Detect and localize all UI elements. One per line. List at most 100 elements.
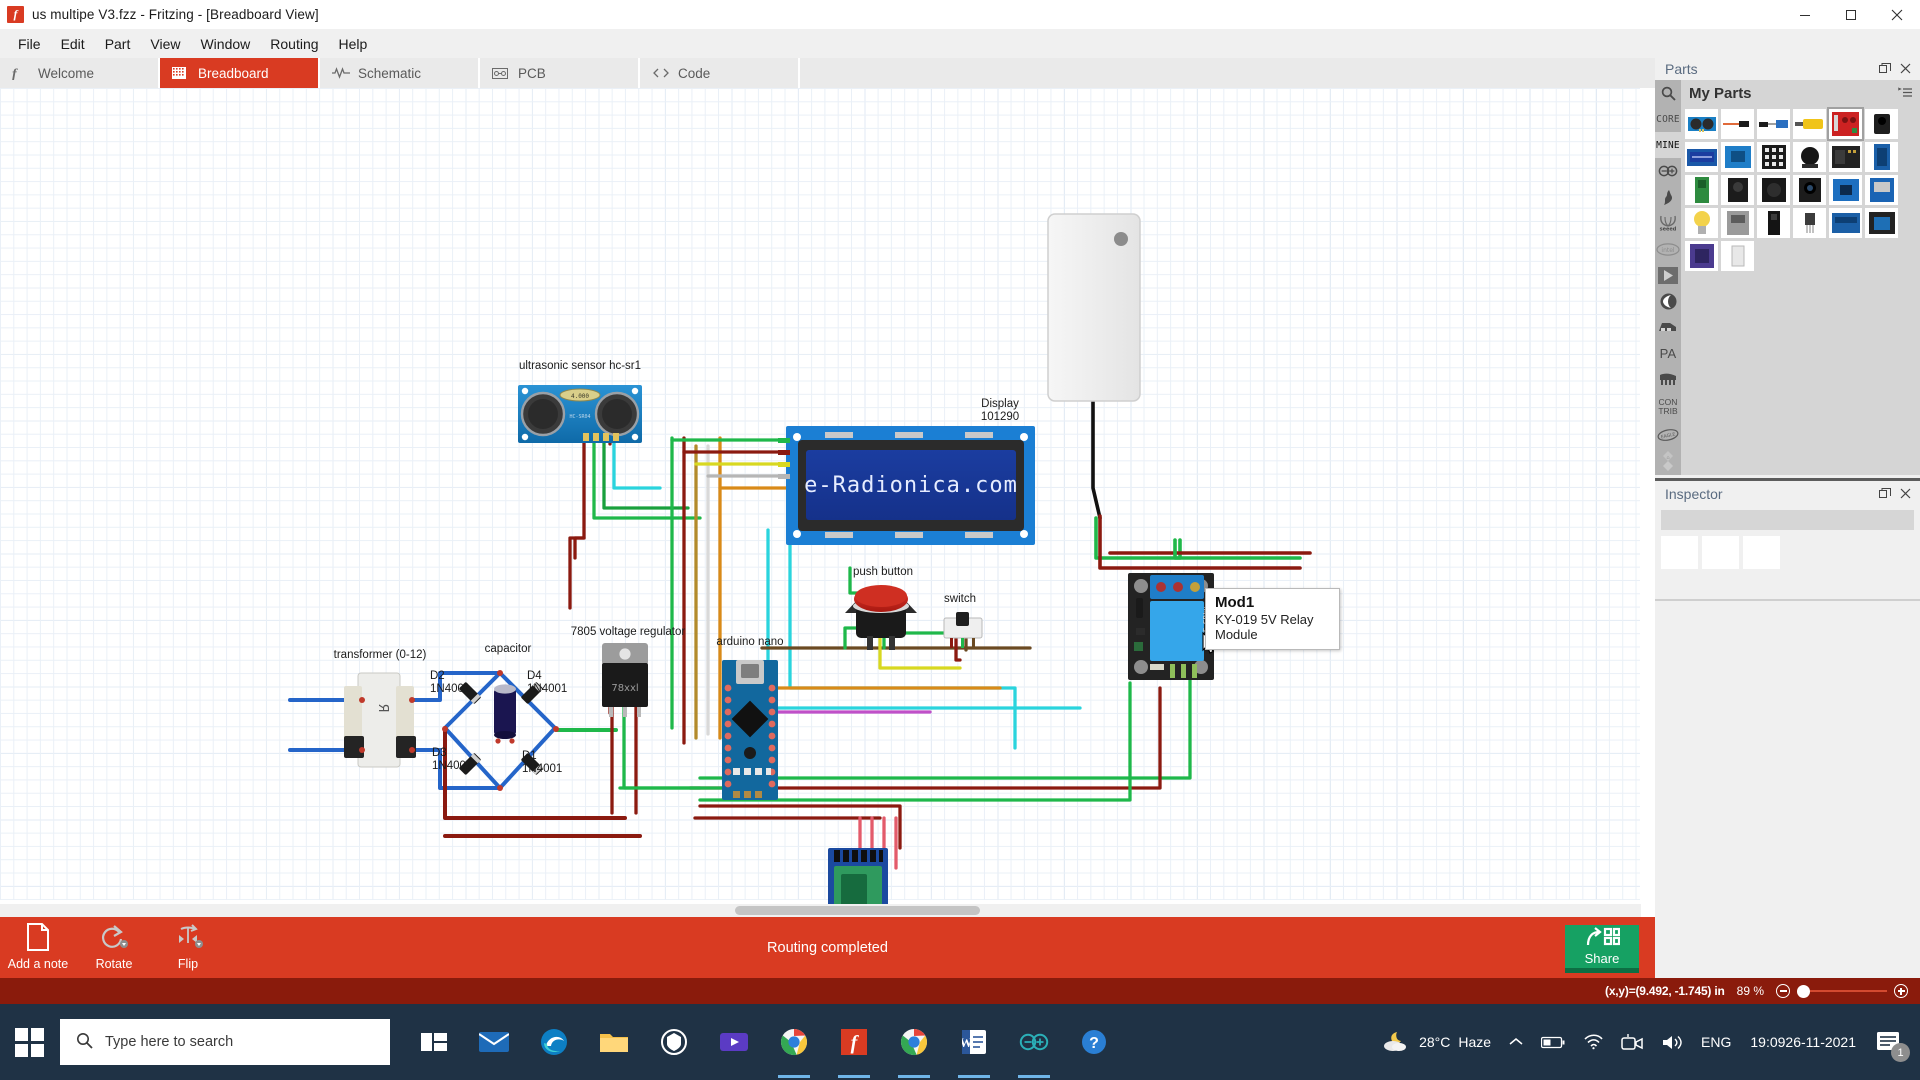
tab-welcome[interactable]: f Welcome bbox=[0, 58, 160, 88]
part-connector[interactable] bbox=[1757, 109, 1790, 139]
wifi-icon[interactable] bbox=[1574, 1004, 1612, 1080]
diamond-arrows-icon[interactable]: ⌂ bbox=[1655, 448, 1681, 474]
breadboard-canvas[interactable]: 4.000 HC-SR04 e-Radionica.com Я 78xxl ul… bbox=[0, 88, 1655, 917]
part-green-sensor[interactable] bbox=[1685, 175, 1718, 205]
word-icon[interactable]: W bbox=[944, 1004, 1004, 1080]
notification-center-icon[interactable]: 1 bbox=[1866, 1004, 1914, 1080]
add-note-button[interactable]: Add a note bbox=[0, 923, 76, 971]
restore-panel-icon[interactable] bbox=[1879, 486, 1891, 502]
video-app-icon[interactable] bbox=[704, 1004, 764, 1080]
part-grey-module[interactable] bbox=[1721, 208, 1754, 238]
zoom-slider-knob[interactable] bbox=[1797, 984, 1810, 998]
scrollbar-thumb[interactable] bbox=[735, 906, 980, 915]
piano-icon[interactable] bbox=[1655, 366, 1681, 392]
part-lightbulb[interactable] bbox=[1685, 208, 1718, 238]
part-lcd-display[interactable] bbox=[1685, 142, 1718, 172]
chrome-secondary-icon[interactable] bbox=[884, 1004, 944, 1080]
close-panel-icon[interactable] bbox=[1900, 486, 1911, 502]
part-blue-relay[interactable] bbox=[1865, 208, 1898, 238]
bin-core[interactable]: CORE bbox=[1655, 106, 1681, 132]
tab-pcb[interactable]: PCB bbox=[480, 58, 640, 88]
tab-schematic[interactable]: Schematic bbox=[320, 58, 480, 88]
close-button[interactable] bbox=[1874, 0, 1920, 29]
zoom-in-icon[interactable] bbox=[1894, 984, 1908, 998]
chevron-up-icon[interactable] bbox=[1500, 1004, 1532, 1080]
clock[interactable]: 19:09 26-11-2021 bbox=[1740, 1004, 1866, 1080]
menu-file[interactable]: File bbox=[8, 33, 51, 55]
windows-taskbar: Type here to search f W ? 28°C Haze ENG … bbox=[0, 1004, 1920, 1080]
close-panel-icon[interactable] bbox=[1900, 61, 1911, 77]
parts-bin-content: My Parts bbox=[1681, 80, 1920, 475]
cursor-coordinates: (x,y)=(9.492, -1.745) in bbox=[1605, 984, 1725, 998]
arduino-icon[interactable] bbox=[1004, 1004, 1064, 1080]
bin-pa[interactable]: PA bbox=[1655, 340, 1681, 366]
menu-help[interactable]: Help bbox=[329, 33, 378, 55]
part-black-module[interactable] bbox=[1721, 175, 1754, 205]
menu-edit[interactable]: Edit bbox=[51, 33, 95, 55]
snootlab-icon[interactable] bbox=[1655, 314, 1681, 340]
minimize-button[interactable] bbox=[1782, 0, 1828, 29]
part-dark-round[interactable] bbox=[1757, 175, 1790, 205]
part-cable-red[interactable] bbox=[1721, 109, 1754, 139]
moon-circle-icon[interactable] bbox=[1655, 288, 1681, 314]
menu-view[interactable]: View bbox=[140, 33, 190, 55]
part-knob[interactable] bbox=[1793, 142, 1826, 172]
search-input[interactable]: Type here to search bbox=[60, 1019, 390, 1065]
part-transistor[interactable] bbox=[1793, 208, 1826, 238]
part-dark-board[interactable] bbox=[1829, 142, 1862, 172]
menu-part[interactable]: Part bbox=[95, 33, 141, 55]
share-button[interactable]: Share bbox=[1565, 925, 1639, 973]
zoom-out-icon[interactable] bbox=[1776, 984, 1790, 998]
part-ultrasonic[interactable] bbox=[1685, 109, 1718, 139]
part-black-conn[interactable] bbox=[1757, 208, 1790, 238]
window-controls bbox=[1782, 0, 1920, 29]
restore-panel-icon[interactable] bbox=[1879, 61, 1891, 77]
part-blue-strip[interactable] bbox=[1865, 142, 1898, 172]
edge-icon[interactable] bbox=[524, 1004, 584, 1080]
part-black-jack[interactable] bbox=[1865, 109, 1898, 139]
language-indicator[interactable]: ENG bbox=[1692, 1004, 1740, 1080]
maximize-button[interactable] bbox=[1828, 0, 1874, 29]
part-blue-esp[interactable] bbox=[1865, 175, 1898, 205]
seeed-icon[interactable]: seeed bbox=[1655, 210, 1681, 236]
weather-widget[interactable]: 28°C Haze bbox=[1372, 1004, 1500, 1080]
canvas-horizontal-scrollbar[interactable] bbox=[0, 904, 1641, 917]
mail-icon[interactable] bbox=[464, 1004, 524, 1080]
battery-icon[interactable] bbox=[1532, 1004, 1574, 1080]
arduino-infinity-icon[interactable] bbox=[1655, 158, 1681, 184]
tab-breadboard[interactable]: Breadboard bbox=[160, 58, 320, 88]
bin-contrib[interactable]: CON TRIB bbox=[1655, 392, 1681, 422]
task-view-icon[interactable] bbox=[404, 1004, 464, 1080]
play-triangle-icon[interactable] bbox=[1655, 262, 1681, 288]
rotate-button[interactable]: Rotate bbox=[76, 923, 152, 971]
part-white-tag[interactable] bbox=[1721, 241, 1754, 271]
file-explorer-icon[interactable] bbox=[584, 1004, 644, 1080]
flip-button[interactable]: Flip bbox=[150, 923, 226, 971]
tab-code[interactable]: Code bbox=[640, 58, 800, 88]
shield-app-icon[interactable] bbox=[644, 1004, 704, 1080]
part-blue-module[interactable] bbox=[1721, 142, 1754, 172]
bin-mine[interactable]: MINE bbox=[1655, 132, 1681, 158]
search-icon[interactable] bbox=[1655, 80, 1681, 106]
part-blue-chip[interactable] bbox=[1829, 175, 1862, 205]
part-dark-cam[interactable] bbox=[1793, 175, 1826, 205]
intel-icon[interactable]: intel bbox=[1655, 236, 1681, 262]
menu-window[interactable]: Window bbox=[190, 33, 260, 55]
part-blue-long[interactable] bbox=[1829, 208, 1862, 238]
part-purple-board[interactable] bbox=[1685, 241, 1718, 271]
part-keypad[interactable] bbox=[1757, 142, 1790, 172]
part-motor-yellow[interactable] bbox=[1793, 109, 1826, 139]
chrome-icon[interactable] bbox=[764, 1004, 824, 1080]
help-circle-icon[interactable]: ? bbox=[1064, 1004, 1124, 1080]
parts-panel-header: Parts bbox=[1655, 58, 1920, 80]
menu-routing[interactable]: Routing bbox=[260, 33, 328, 55]
zoom-slider[interactable] bbox=[1797, 984, 1887, 998]
part-red-board[interactable] bbox=[1827, 107, 1864, 141]
volume-icon[interactable] bbox=[1652, 1004, 1692, 1080]
meet-now-icon[interactable] bbox=[1612, 1004, 1652, 1080]
bin-menu-icon[interactable] bbox=[1897, 86, 1912, 101]
sparkfun-flame-icon[interactable] bbox=[1655, 184, 1681, 210]
fritzing-icon[interactable]: f bbox=[824, 1004, 884, 1080]
eagle-oval-icon[interactable]: EAGLE bbox=[1655, 422, 1681, 448]
windows-start-icon[interactable] bbox=[0, 1004, 58, 1080]
